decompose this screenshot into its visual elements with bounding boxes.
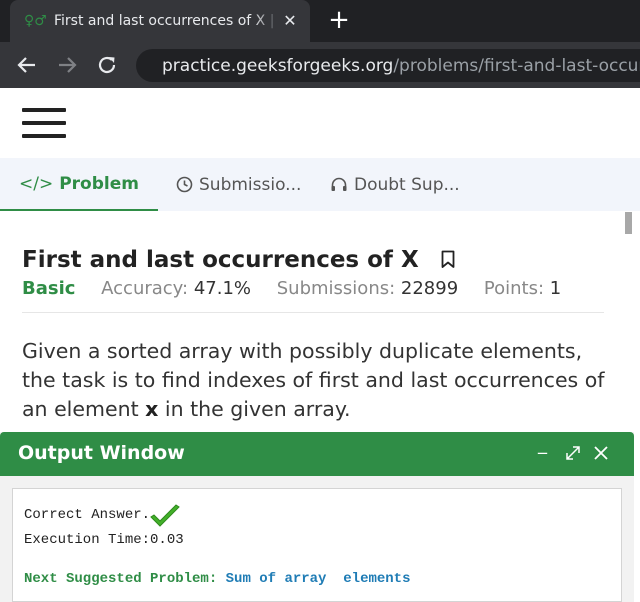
page-title: First and last occurrences of X [22,247,419,273]
output-window: Output Window _ Correct Answer. Executio… [0,432,634,602]
address-bar[interactable]: practice.geeksforgeeks.org/problems/firs… [136,49,640,82]
difficulty-badge: Basic [22,278,76,299]
desc-text-2: in the given array. [158,397,351,421]
reload-button[interactable] [94,52,120,78]
tab-title: First and last occurrences of X | Practi… [54,13,280,29]
tab-problem[interactable]: </> Problem [0,158,158,211]
back-button[interactable] [14,52,40,78]
desc-variable: x [145,397,159,421]
page-header [0,88,640,158]
result-text: Correct Answer. [24,507,151,523]
clock-icon [176,176,193,193]
reload-icon [98,56,116,74]
close-icon[interactable] [592,444,610,462]
close-tab-icon[interactable]: ✕ [280,11,300,31]
points-label: Points: [483,278,545,299]
accuracy-value: 47.1% [193,278,252,299]
submissions-value: 22899 [400,278,459,299]
gfg-logo-icon: ♀♂ [24,13,47,29]
problem-tabs: </> Problem Submissio... Doubt Sup... [0,158,640,211]
content-scrollbar[interactable] [624,211,634,432]
accuracy-label: Accuracy: [101,278,189,299]
expand-icon[interactable] [564,444,582,462]
tab-doubt-label: Doubt Sup... [354,174,460,195]
next-suggestion: Next Suggested Problem: Sum of array ele… [24,571,410,587]
headset-icon [331,177,347,191]
browser-tab[interactable]: ♀♂ First and last occurrences of X | Pra… [10,0,310,42]
tab-submissions[interactable]: Submissio... [176,158,301,211]
problem-meta: Basic Accuracy: 47.1% Submissions: 22899… [22,278,561,299]
arrow-left-icon [17,57,35,73]
tab-submissions-label: Submissio... [199,174,302,195]
problem-description: Given a sorted array with possibly dupli… [22,337,612,424]
tab-doubt-support[interactable]: Doubt Sup... [330,158,460,211]
minimize-icon[interactable]: _ [538,434,547,455]
divider [22,312,604,313]
browser-toolbar: practice.geeksforgeeks.org/problems/firs… [0,42,640,88]
next-suggestion-label: Next Suggested Problem: [24,571,218,587]
new-tab-button[interactable]: + [326,7,352,34]
checkmark-icon [150,504,180,527]
arrow-right-icon [59,57,77,73]
output-console: Correct Answer. Execution Time:0.03 Next… [12,488,622,602]
next-suggestion-link[interactable]: Sum of array elements [226,571,411,587]
url-host: practice.geeksforgeeks.org [162,55,394,76]
forward-button[interactable] [54,52,80,78]
problem-content: First and last occurrences of X Basic Ac… [0,211,622,432]
execution-time: Execution Time:0.03 [24,532,184,548]
points-value: 1 [549,278,562,299]
output-window-title: Output Window [18,442,185,464]
browser-tab-strip: ♀♂ First and last occurrences of X | Pra… [0,0,640,42]
code-icon: </> [19,173,54,194]
tab-problem-label: Problem [59,173,139,194]
url-path: /problems/first-and-last-occurrences-of-… [393,55,640,76]
url-text: practice.geeksforgeeks.org/problems/firs… [162,56,640,76]
submissions-label: Submissions: [276,278,396,299]
menu-icon[interactable] [22,108,66,138]
problem-title-row: First and last occurrences of X [22,247,455,273]
scrollbar-thumb[interactable] [625,212,632,234]
output-window-header: Output Window _ [0,432,634,476]
bookmark-icon[interactable] [441,250,455,269]
